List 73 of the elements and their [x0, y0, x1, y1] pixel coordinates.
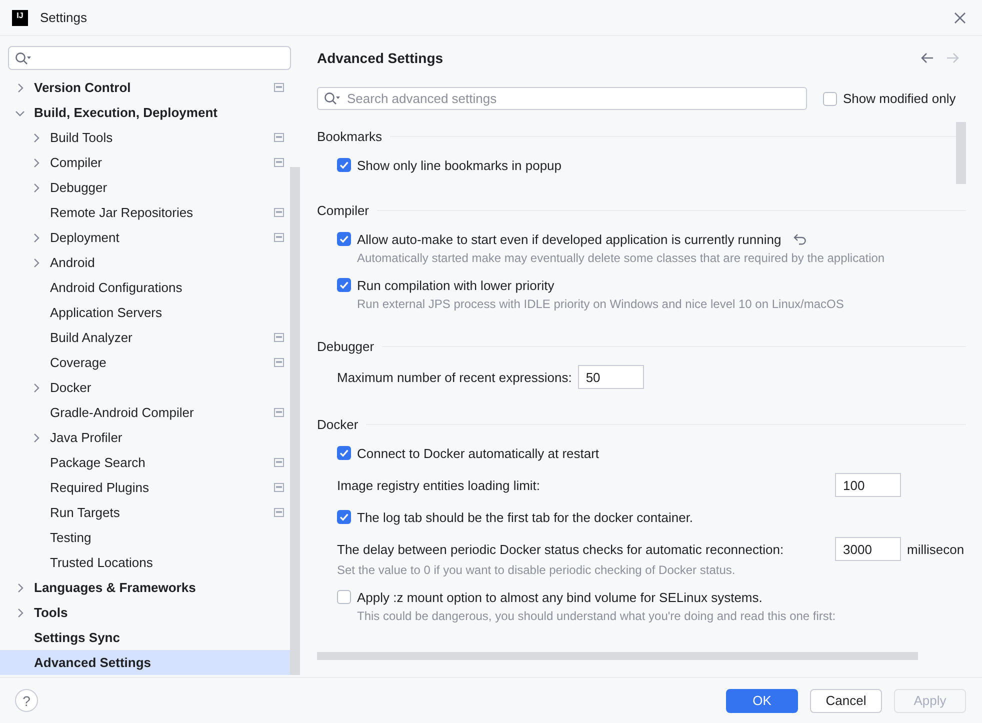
- tree-item[interactable]: Build Analyzer: [0, 325, 290, 350]
- section-title: Docker: [317, 416, 358, 432]
- tree-item[interactable]: Coverage: [0, 350, 290, 375]
- checkbox[interactable]: [337, 590, 351, 604]
- checkbox[interactable]: [337, 278, 351, 292]
- close-icon[interactable]: [954, 12, 966, 24]
- setting-label: Maximum number of recent expressions:: [337, 370, 572, 384]
- tree-item[interactable]: Advanced Settings: [0, 650, 290, 675]
- tree-item[interactable]: Run Targets: [0, 500, 290, 525]
- back-arrow-icon[interactable]: [920, 51, 934, 65]
- tree-item[interactable]: Required Plugins: [0, 475, 290, 500]
- checkbox-label: The log tab should be the first tab for the docker container.: [357, 510, 694, 524]
- checkmark-icon: [339, 280, 349, 290]
- search-field[interactable]: [8, 46, 291, 70]
- tree-item[interactable]: Testing: [0, 525, 290, 550]
- app-logo: IJ: [12, 10, 28, 26]
- scroll-bar[interactable]: [956, 122, 966, 184]
- tree-item[interactable]: Android: [0, 250, 290, 275]
- tree-item[interactable]: Gradle-Android Compiler: [0, 400, 290, 425]
- section-title: Compiler: [317, 202, 370, 218]
- checkmark-icon: [339, 448, 349, 458]
- setting-description: Automatically started make may eventually delete some classes that are required by the application: [356, 251, 886, 265]
- tree-item[interactable]: Settings Sync: [0, 625, 290, 650]
- tree-item[interactable]: Java Profiler: [0, 425, 290, 450]
- setting-description: Set the value to 0 if you want to disable periodic checking of Docker status.: [337, 563, 736, 577]
- setting-description: Run external JPS process with IDLE priority on Windows and nice level 10 on Linux/macOS: [356, 297, 845, 311]
- tree-item[interactable]: Docker: [0, 375, 290, 400]
- tree-item[interactable]: Compiler: [0, 150, 290, 175]
- checkbox[interactable]: [337, 158, 351, 172]
- tree-item[interactable]: Remote Jar Repositories: [0, 200, 290, 225]
- checkmark-icon: [339, 234, 349, 244]
- tree-item[interactable]: Deployment: [0, 225, 290, 250]
- checkbox-label: Apply :z mount option to almost any bind volume for SELinux systems.: [357, 590, 762, 604]
- scroll-bar[interactable]: [290, 167, 300, 675]
- search-icon: [324, 92, 341, 105]
- checkbox-label: Show modified only: [843, 91, 956, 106]
- tree-item[interactable]: Trusted Locations: [0, 550, 290, 575]
- page-title: Advanced Settings: [317, 50, 444, 66]
- number-field[interactable]: 50: [578, 365, 644, 389]
- help-button[interactable]: ?: [15, 689, 38, 712]
- window-title: Settings: [40, 10, 87, 25]
- tree-item[interactable]: Debugger: [0, 175, 290, 200]
- tree-item[interactable]: Tools: [0, 600, 290, 625]
- setting-label: The delay between periodic Docker status checks for automatic reconnection:: [337, 542, 785, 556]
- number-field[interactable]: 3000: [835, 537, 901, 561]
- dialog-button[interactable]: OK: [726, 688, 798, 712]
- scroll-bar[interactable]: [317, 652, 918, 660]
- unit-label: millisecon: [907, 542, 964, 556]
- tree-item[interactable]: Languages & Frameworks: [0, 575, 290, 600]
- setting-description: This could be dangerous, you should understand what you're doing and read this one first:: [356, 609, 837, 623]
- tree-item[interactable]: Package Search: [0, 450, 290, 475]
- checkbox-label: Connect to Docker automatically at restart: [357, 446, 600, 460]
- checkbox[interactable]: [337, 446, 351, 460]
- setting-label: Image registry entities loading limit:: [337, 478, 542, 492]
- checkbox[interactable]: [337, 232, 351, 246]
- checkmark-icon: [339, 512, 349, 522]
- checkbox-label: Show only line bookmarks in popup: [357, 158, 562, 172]
- undo-icon[interactable]: [793, 233, 808, 245]
- tree-item[interactable]: Application Servers: [0, 300, 290, 325]
- checkbox[interactable]: [337, 510, 351, 524]
- tree-item[interactable]: Build Tools: [0, 125, 290, 150]
- tree-item[interactable]: Version Control: [0, 75, 290, 100]
- checkbox-label: Run compilation with lower priority: [357, 278, 554, 292]
- search-icon: [15, 52, 32, 64]
- checkmark-icon: [339, 160, 349, 170]
- tree-item[interactable]: Build, Execution, Deployment: [0, 100, 290, 125]
- section-title: Debugger: [317, 338, 374, 354]
- number-field[interactable]: 100: [835, 473, 901, 497]
- dialog-button[interactable]: Cancel: [810, 688, 882, 712]
- checkbox-label: Allow auto-make to start even if developed application is currently running: [357, 232, 782, 246]
- tree-item[interactable]: Android Configurations: [0, 275, 290, 300]
- checkbox[interactable]: [823, 92, 837, 106]
- section-title: Bookmarks: [317, 128, 382, 144]
